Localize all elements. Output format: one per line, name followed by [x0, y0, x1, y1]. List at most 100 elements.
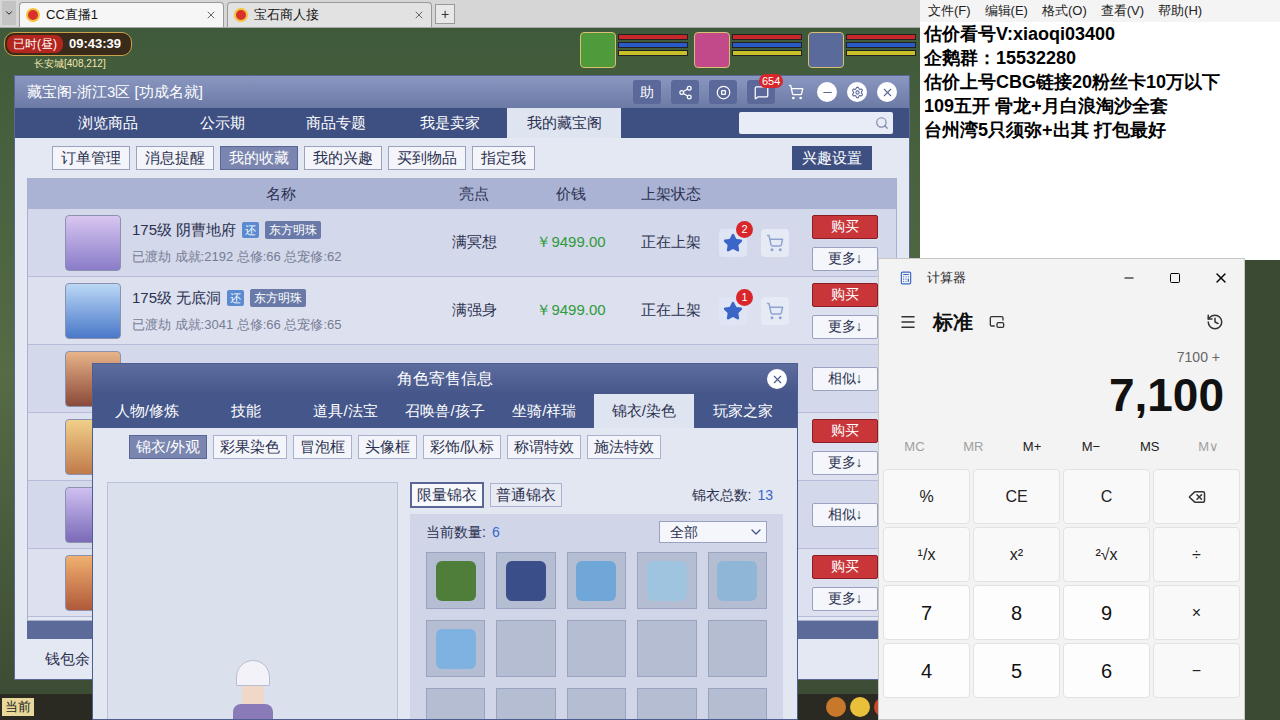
portrait-icon[interactable]	[694, 32, 730, 68]
toolbar-icon[interactable]	[826, 697, 846, 717]
outfit-slot[interactable]	[496, 552, 555, 609]
key-button[interactable]: %	[883, 469, 970, 524]
buy-button[interactable]: 购买	[812, 283, 878, 307]
dialog-subtab[interactable]: 施法特效	[587, 435, 661, 460]
listing-row[interactable]: 175级 无底洞还东方明珠已渡劫 成就:3041 总修:66 总宠修:65满强身…	[28, 277, 896, 345]
dialog-tab[interactable]: 玩家之家	[694, 394, 793, 428]
dialog-tab[interactable]: 锦衣/染色	[594, 394, 693, 428]
settings-button[interactable]	[847, 82, 867, 102]
menu-item[interactable]: 编辑(E)	[985, 1, 1028, 21]
outfit-slot[interactable]	[496, 620, 555, 677]
key-button[interactable]: C	[1063, 469, 1150, 524]
outfit-slot[interactable]	[567, 552, 626, 609]
character-name[interactable]: 175级 无底洞	[132, 287, 221, 310]
backspace-button[interactable]	[1153, 469, 1240, 524]
dialog-subtab[interactable]: 冒泡框	[293, 435, 352, 460]
menu-item[interactable]: 格式(O)	[1042, 1, 1087, 21]
outfit-slot[interactable]	[708, 620, 767, 677]
stop-button[interactable]	[709, 80, 737, 104]
minimize-button[interactable]	[1106, 259, 1152, 297]
outfit-type-button[interactable]: 限量锦衣	[410, 482, 484, 509]
portrait-icon[interactable]	[808, 32, 844, 68]
toolbar-icon[interactable]	[850, 697, 870, 717]
dialog-subtab[interactable]: 头像框	[358, 435, 417, 460]
main-tab[interactable]: 浏览商品	[51, 108, 165, 138]
more-button[interactable]: 更多↓	[812, 315, 878, 339]
memory-button[interactable]: M∨	[1179, 437, 1238, 457]
buy-button[interactable]: 购买	[812, 215, 878, 239]
outfit-slot[interactable]	[567, 688, 626, 720]
more-button[interactable]: 相似↓	[812, 503, 878, 527]
favorite-button[interactable]: 2	[719, 229, 747, 257]
dialog-subtab[interactable]: 彩饰/队标	[423, 435, 501, 460]
cart-button[interactable]	[761, 297, 789, 325]
character-name[interactable]: 175级 阴曹地府	[132, 219, 236, 242]
chat-channel[interactable]: 当前	[2, 698, 34, 716]
favorite-button[interactable]: 1	[719, 297, 747, 325]
browser-tab[interactable]: 宝石商人接	[227, 2, 432, 27]
memory-button[interactable]: M+	[1003, 437, 1062, 457]
dialog-tab[interactable]: 技能	[196, 394, 295, 428]
dialog-tab[interactable]: 坐骑/祥瑞	[495, 394, 594, 428]
subtab[interactable]: 订单管理	[52, 146, 130, 171]
menu-item[interactable]: 帮助(H)	[1158, 1, 1202, 21]
memory-button[interactable]: MR	[944, 437, 1003, 457]
key-button[interactable]: 5	[973, 643, 1060, 698]
key-button[interactable]: ×	[1153, 585, 1240, 640]
minimize-button[interactable]	[817, 82, 837, 102]
menu-icon[interactable]	[899, 313, 917, 331]
memory-button[interactable]: MS	[1120, 437, 1179, 457]
main-tab[interactable]: 商品专题	[279, 108, 393, 138]
outfit-slot[interactable]	[426, 688, 485, 720]
history-icon[interactable]	[1206, 313, 1224, 331]
tab-menu-button[interactable]	[2, 1, 16, 25]
main-tab[interactable]: 公示期	[165, 108, 279, 138]
subtab[interactable]: 指定我	[472, 146, 535, 171]
dialog-subtab[interactable]: 称谓特效	[507, 435, 581, 460]
outfit-type-button[interactable]: 普通锦衣	[490, 483, 562, 508]
dialog-close-button[interactable]	[767, 369, 787, 389]
text-area[interactable]: 估价看号V:xiaoqi03400企鹅群：15532280估价上号CBG链接20…	[920, 22, 1280, 142]
share-button[interactable]	[671, 80, 699, 104]
outfit-slot[interactable]	[567, 620, 626, 677]
key-button[interactable]: ²√x	[1063, 527, 1150, 582]
subtab[interactable]: 消息提醒	[136, 146, 214, 171]
cart-button[interactable]	[785, 80, 807, 104]
close-tab-icon[interactable]	[205, 9, 217, 21]
key-button[interactable]: ÷	[1153, 527, 1240, 582]
buy-button[interactable]: 购买	[812, 555, 878, 579]
new-tab-button[interactable]: +	[435, 4, 455, 24]
outfit-slot[interactable]	[426, 552, 485, 609]
memory-button[interactable]: MC	[885, 437, 944, 457]
more-button[interactable]: 更多↓	[812, 451, 878, 475]
outfit-slot[interactable]	[637, 552, 696, 609]
more-button[interactable]: 更多↓	[812, 247, 878, 271]
listing-row[interactable]: 175级 阴曹地府还东方明珠已渡劫 成就:2192 总修:66 总宠修:62满冥…	[28, 209, 896, 277]
subtab[interactable]: 买到物品	[388, 146, 466, 171]
key-button[interactable]: 9	[1063, 585, 1150, 640]
search-field[interactable]	[739, 112, 893, 134]
dialog-tab[interactable]: 人物/修炼	[97, 394, 196, 428]
filter-select[interactable]: 全部	[659, 521, 767, 543]
dialog-subtab[interactable]: 锦衣/外观	[129, 435, 207, 460]
outfit-slot[interactable]	[637, 620, 696, 677]
dialog-tab[interactable]: 道具/法宝	[296, 394, 395, 428]
main-tab[interactable]: 我是卖家	[393, 108, 507, 138]
outfit-slot[interactable]	[426, 620, 485, 677]
dialog-subtab[interactable]: 彩果染色	[213, 435, 287, 460]
key-button[interactable]: −	[1153, 643, 1240, 698]
menu-item[interactable]: 查看(V)	[1101, 1, 1144, 21]
key-button[interactable]: 6	[1063, 643, 1150, 698]
key-button[interactable]: 7	[883, 585, 970, 640]
subtab[interactable]: 我的收藏	[220, 146, 298, 171]
outfit-slot[interactable]	[637, 688, 696, 720]
keep-on-top-icon[interactable]	[989, 314, 1005, 330]
key-button[interactable]: x²	[973, 527, 1060, 582]
key-button[interactable]: 4	[883, 643, 970, 698]
outfit-slot[interactable]	[496, 688, 555, 720]
menu-item[interactable]: 文件(F)	[928, 1, 971, 21]
maximize-button[interactable]	[1152, 259, 1198, 297]
close-button[interactable]	[1198, 259, 1244, 297]
cart-button[interactable]	[761, 229, 789, 257]
outfit-slot[interactable]	[708, 552, 767, 609]
